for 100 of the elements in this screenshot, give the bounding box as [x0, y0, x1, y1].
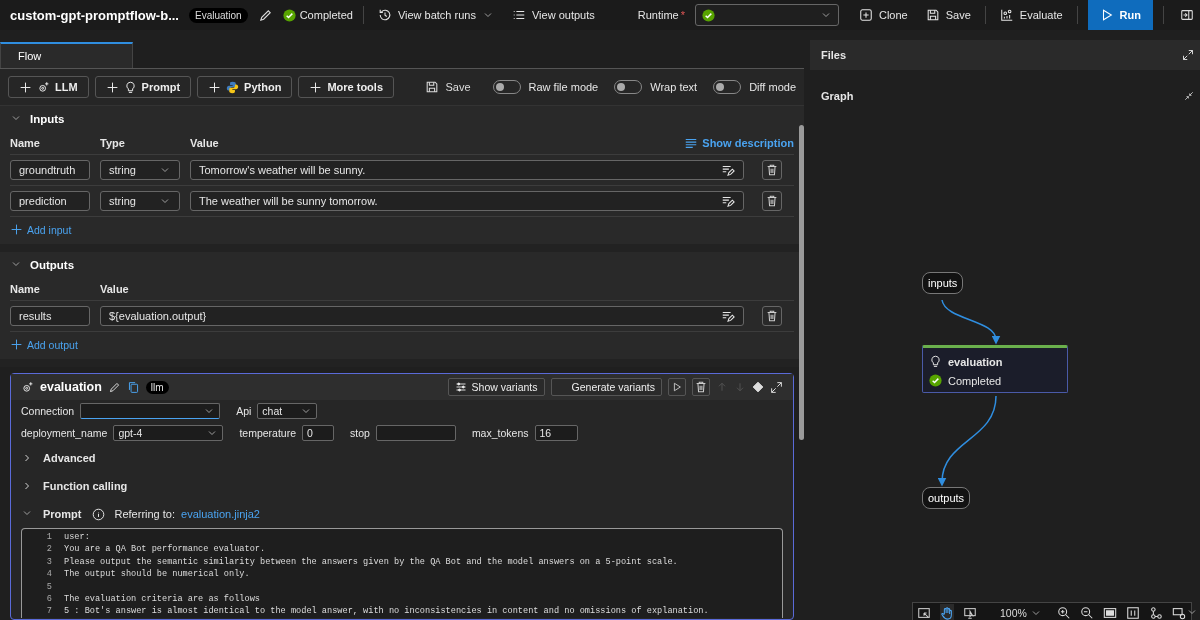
- column-header: Value: [190, 137, 219, 149]
- flow-title: custom-gpt-promptflow-b...: [10, 7, 179, 23]
- output-name-field[interactable]: results: [10, 306, 90, 326]
- field-label: Api: [236, 405, 252, 417]
- run-node-button[interactable]: [668, 378, 686, 396]
- edit-text-icon: [721, 309, 735, 323]
- locate-button[interactable]: [752, 381, 764, 393]
- section-title: Inputs: [30, 113, 65, 125]
- hand-icon: [940, 606, 954, 620]
- delete-button[interactable]: [762, 306, 782, 326]
- toggle-label: Wrap text: [650, 81, 698, 93]
- graph-node[interactable]: inputs: [922, 272, 964, 294]
- diamond-icon: [752, 381, 764, 393]
- graph-node[interactable]: evaluation Completed: [922, 345, 1068, 393]
- runtime-select[interactable]: [694, 4, 839, 26]
- expand-icon: [1182, 49, 1194, 61]
- lightbulb-icon: [929, 355, 942, 368]
- delete-button[interactable]: [692, 378, 710, 396]
- plus-icon: [10, 223, 23, 236]
- delete-button[interactable]: [762, 160, 782, 180]
- dropdown-field[interactable]: gpt-4: [113, 425, 224, 441]
- field-label: max_tokens: [471, 427, 529, 439]
- fit-button[interactable]: [1102, 606, 1117, 620]
- column-header: Value: [100, 283, 130, 295]
- line-number: 6: [45, 592, 52, 606]
- add-input-link[interactable]: Add input: [10, 223, 72, 236]
- selection-icon: [917, 606, 931, 620]
- add-tool-button[interactable]: More tools: [298, 76, 394, 98]
- trash-icon: [765, 163, 779, 177]
- pencil-icon: [257, 7, 273, 23]
- rename-button[interactable]: [257, 7, 273, 23]
- sparkle-gear-icon: [37, 80, 50, 94]
- rename-button[interactable]: [107, 380, 121, 394]
- generate-variants-button[interactable]: Generate variants: [550, 378, 662, 396]
- code-line: The evaluation criteria are as follows: [63, 592, 261, 606]
- toolbar-button[interactable]: Run: [1087, 0, 1153, 30]
- show-description-link[interactable]: Show description: [684, 136, 794, 150]
- zoom-dropdown[interactable]: 100%: [994, 606, 1048, 620]
- input-name-field[interactable]: prediction: [10, 191, 90, 211]
- arrow-down-icon: [734, 381, 746, 393]
- zoom-out-icon: [1079, 606, 1094, 620]
- edit-text-icon: [721, 194, 735, 208]
- zoom-in-button[interactable]: [1056, 606, 1071, 620]
- add-tool-button[interactable]: Prompt: [94, 76, 192, 98]
- trash-icon: [765, 194, 779, 208]
- referring-label: Referring to:: [114, 508, 176, 520]
- expand-button[interactable]: [770, 380, 783, 394]
- add-output-link[interactable]: Add output: [10, 338, 78, 351]
- show-variants-button[interactable]: Show variants: [447, 378, 545, 396]
- graph-node[interactable]: outputs: [922, 487, 971, 509]
- copy-button[interactable]: [126, 380, 140, 394]
- header-action[interactable]: View outputs: [507, 4, 599, 26]
- dropdown-field[interactable]: chat: [257, 403, 318, 419]
- panel-title: Files: [821, 49, 847, 61]
- header-action[interactable]: View batch runs: [373, 4, 498, 26]
- expand-icon: [770, 380, 783, 394]
- plus-icon: [309, 80, 323, 94]
- plus-icon: [19, 80, 32, 94]
- list-icon: [511, 8, 526, 22]
- toolbar-button[interactable]: Save: [921, 4, 975, 26]
- input-value-field[interactable]: Tomorrow's weather will be sunny.: [190, 160, 744, 180]
- view-mode-button[interactable]: [940, 604, 954, 620]
- toggle-label: Diff mode: [749, 81, 796, 93]
- arrow-up-icon: [716, 381, 728, 393]
- output-value-field[interactable]: ${evaluation.output}: [100, 306, 744, 326]
- toolbar-button[interactable]: Clone: [854, 4, 912, 26]
- section-title: Function calling: [43, 480, 128, 492]
- input-name-field[interactable]: groundtruth: [10, 160, 90, 180]
- minimap-button[interactable]: [1171, 606, 1198, 620]
- code-line: 5 : Bot's answer is almost identical to the model answer, with no inconsistencies in content and no omissions of explanation.: [63, 605, 710, 618]
- type-badge: Evaluation: [188, 7, 248, 23]
- flow-tab[interactable]: Flow: [0, 42, 133, 68]
- input-value-field[interactable]: The weather will be sunny tomorrow.: [190, 191, 744, 211]
- save-icon: [425, 80, 440, 94]
- input-field[interactable]: [375, 425, 456, 441]
- chart-icon: [999, 8, 1014, 22]
- add-square-icon: [858, 8, 873, 22]
- info-icon: [91, 507, 105, 521]
- code-line: Please output the semantic similarity between the answers given by the QA Bot and the model answers on a 5-point scale.: [63, 555, 679, 569]
- layout-button[interactable]: [1148, 606, 1163, 620]
- edge-arrow: [941, 299, 1000, 345]
- toolbar-button[interactable]: Evaluate: [995, 4, 1067, 26]
- minimap-icon: [1171, 606, 1186, 620]
- lightbulb-icon: [123, 80, 137, 94]
- file-link[interactable]: evaluation.jinja2: [181, 508, 260, 520]
- line-number: 5: [45, 580, 52, 593]
- input-field[interactable]: 16: [534, 425, 578, 441]
- dropdown-field[interactable]: [80, 403, 221, 419]
- save-button[interactable]: Save: [419, 79, 477, 95]
- type-select[interactable]: string: [100, 191, 180, 211]
- zoom-out-button[interactable]: [1079, 606, 1094, 620]
- input-field[interactable]: 0: [302, 425, 334, 441]
- type-select[interactable]: string: [100, 160, 180, 180]
- scrollbar[interactable]: [799, 125, 804, 440]
- section-title: Advanced: [43, 452, 96, 464]
- add-tool-button[interactable]: LLM: [8, 76, 89, 98]
- delete-button[interactable]: [762, 191, 782, 211]
- add-tool-button[interactable]: Python: [197, 76, 293, 98]
- code-editor[interactable]: [21, 528, 783, 618]
- column-header: Name: [10, 137, 41, 149]
